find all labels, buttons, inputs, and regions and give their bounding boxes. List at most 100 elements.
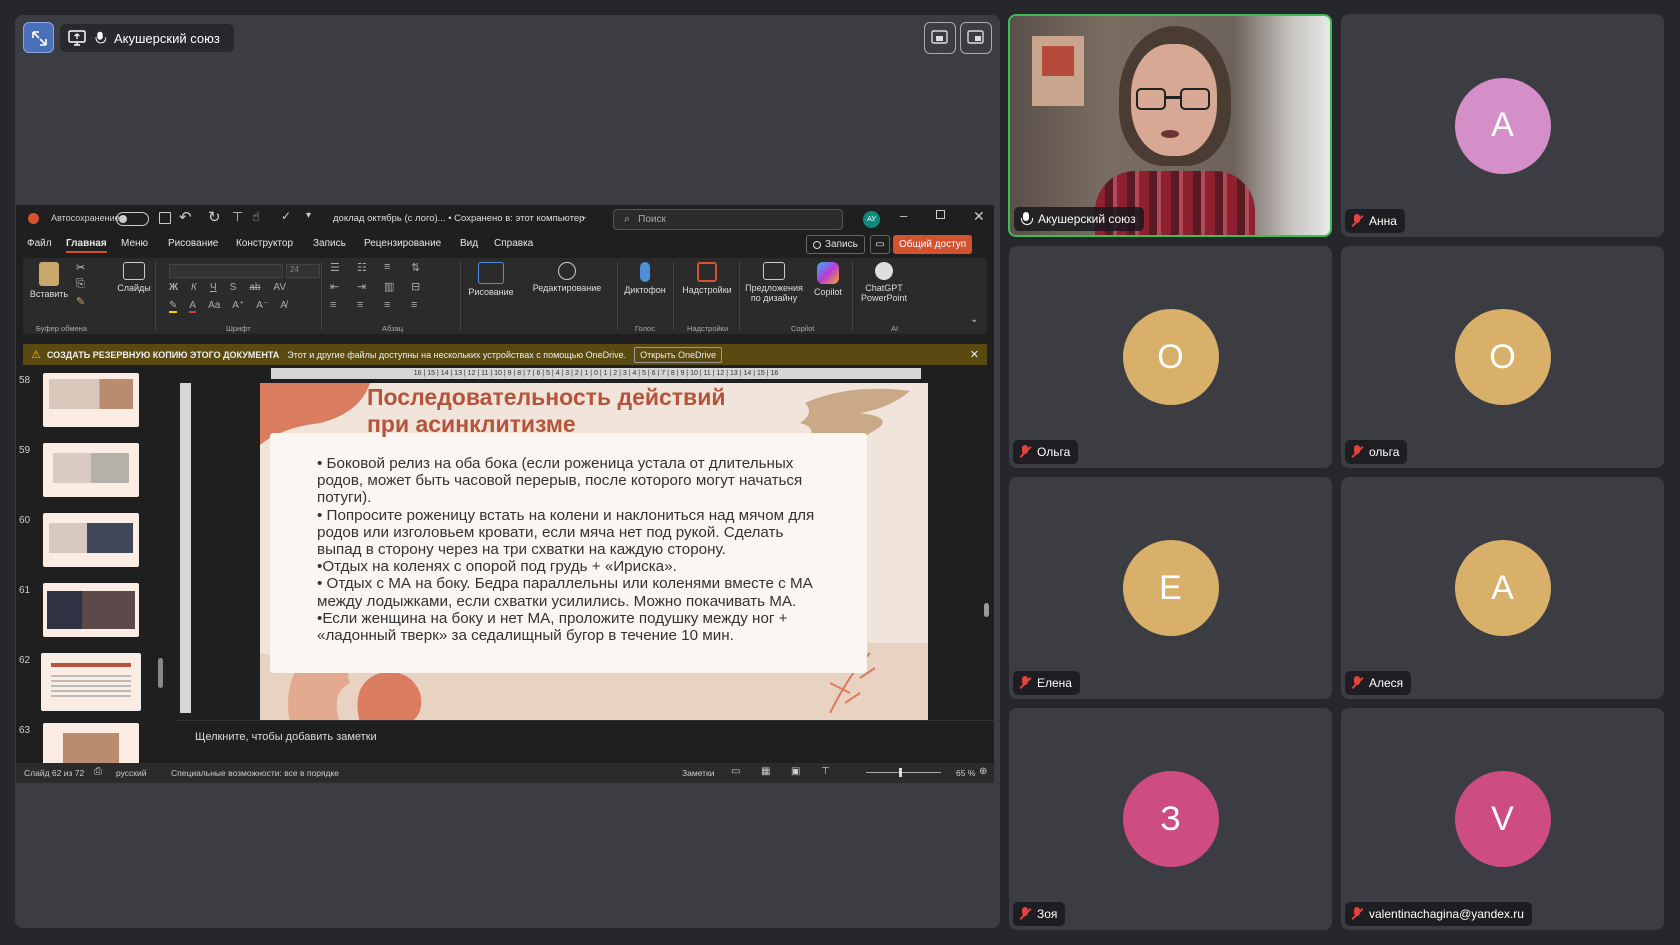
spacing-icon[interactable]: AV — [273, 282, 286, 293]
dictate-button[interactable]: Диктофон — [624, 262, 666, 295]
notes-toggle[interactable]: Заметки — [682, 768, 715, 778]
open-onedrive-button[interactable]: Открыть OneDrive — [634, 346, 723, 363]
autosave-toggle[interactable] — [116, 212, 149, 226]
strike-icon[interactable]: ab — [249, 282, 260, 293]
participant-tile[interactable]: О Ольга — [1009, 246, 1332, 468]
fit-slide-icon[interactable]: ⊕ — [979, 766, 987, 777]
participant-tile[interactable]: А Алеся — [1341, 477, 1664, 699]
restore-icon[interactable] — [936, 210, 945, 219]
italic-icon[interactable]: К — [191, 282, 197, 293]
slide-thumbnail[interactable] — [43, 443, 139, 497]
menu-review[interactable]: Рецензирование — [364, 238, 441, 249]
notice-close-icon[interactable]: ✕ — [970, 348, 979, 361]
collapse-ribbon-icon[interactable]: ⌄ — [970, 314, 978, 325]
sorter-view-icon[interactable]: ▦ — [761, 766, 770, 777]
notes-pane[interactable]: Щелкните, чтобы добавить заметки — [176, 720, 994, 760]
language-status[interactable]: русский — [116, 768, 147, 778]
pip-button[interactable] — [924, 22, 956, 54]
record-button[interactable]: Запись — [806, 235, 865, 254]
slides-button[interactable]: Слайды — [116, 262, 152, 293]
bullets-icon[interactable]: ☰ — [330, 261, 357, 274]
title-chevron-icon[interactable]: ⌄ — [580, 211, 588, 222]
slide-thumbnail[interactable] — [43, 373, 139, 427]
slide-thumbnail[interactable] — [43, 583, 139, 637]
align-text-icon[interactable]: ⊟ — [411, 280, 438, 293]
zoom-level[interactable]: 65 % — [956, 768, 975, 778]
bold-icon[interactable]: Ж — [169, 282, 178, 293]
slideshow-view-icon[interactable]: ⊤ — [821, 766, 830, 777]
normal-view-icon[interactable]: ▭ — [731, 766, 740, 777]
decrease-indent-icon[interactable]: ⇤ — [330, 280, 357, 293]
slide-thumbnail-selected[interactable] — [41, 653, 141, 711]
text-direction-icon[interactable]: ⇅ — [411, 261, 438, 274]
save-icon[interactable] — [159, 212, 171, 224]
drawing-button[interactable]: Рисование — [465, 262, 517, 297]
redo-icon[interactable]: ↻ — [208, 208, 221, 226]
participant-tile[interactable]: О ольга — [1341, 246, 1664, 468]
justify-icon[interactable]: ≡ — [411, 299, 438, 311]
participant-tile[interactable]: Е Елена — [1009, 477, 1332, 699]
chatgpt-button[interactable]: ChatGPT PowerPoint — [856, 262, 912, 303]
spellcheck-status-icon[interactable]: ⎙ — [94, 766, 102, 777]
clear-format-icon[interactable]: A̸ — [280, 300, 287, 313]
search-box[interactable]: ⌕ Поиск — [613, 209, 843, 230]
participant-tile[interactable]: V valentinachagina@yandex.ru — [1341, 708, 1664, 930]
line-spacing-icon[interactable]: ≡ — [384, 261, 411, 274]
underline-icon[interactable]: Ч — [210, 282, 217, 293]
menu-home[interactable]: Главная — [66, 238, 107, 253]
designer-button[interactable]: Предложения по дизайну — [743, 262, 805, 303]
zoom-slider[interactable] — [866, 768, 941, 777]
active-speaker-tile[interactable]: Акушерский союз — [1008, 14, 1332, 237]
menu-design[interactable]: Конструктор — [236, 238, 293, 249]
increase-indent-icon[interactable]: ⇥ — [357, 280, 384, 293]
align-right-icon[interactable]: ≡ — [384, 299, 411, 311]
align-left-icon[interactable]: ≡ — [330, 299, 357, 311]
spelling-icon[interactable]: ✓ — [281, 209, 291, 223]
font-color-icon[interactable]: A — [189, 300, 197, 313]
fullscreen-button[interactable] — [23, 22, 54, 53]
copy-icon[interactable]: ⎘ — [76, 278, 85, 291]
menu-draw[interactable]: Рисование — [168, 238, 218, 249]
close-icon[interactable]: ✕ — [973, 208, 985, 225]
addins-button[interactable]: Надстройки — [679, 262, 735, 295]
format-painter-icon[interactable]: ✎ — [76, 295, 85, 308]
comments-icon[interactable]: ▭ — [870, 235, 890, 254]
menu-help[interactable]: Справка — [494, 238, 533, 249]
menu-view[interactable]: Вид — [460, 238, 478, 249]
layout-button[interactable] — [960, 22, 992, 54]
reading-view-icon[interactable]: ▣ — [791, 766, 800, 777]
menu-file[interactable]: Файл — [27, 238, 52, 249]
slide-thumbnail[interactable] — [43, 513, 139, 567]
font-name-select[interactable] — [169, 264, 283, 278]
editing-button[interactable]: Редактирование — [527, 262, 607, 293]
slide-thumbnail[interactable] — [43, 723, 139, 763]
user-avatar[interactable]: АУ — [863, 211, 880, 228]
menu-record[interactable]: Запись — [313, 238, 346, 249]
font-size-select[interactable]: 24 — [286, 264, 320, 278]
customize-toolbar-icon[interactable]: ▾ — [306, 210, 311, 221]
accessibility-status[interactable]: Специальные возможности: все в порядке — [171, 768, 339, 778]
shadow-icon[interactable]: S — [230, 282, 237, 293]
undo-icon[interactable]: ↶ — [179, 208, 192, 226]
grow-font-icon[interactable]: A⁺ — [232, 300, 244, 313]
thumbnail-scrollbar[interactable] — [158, 658, 163, 688]
shrink-font-icon[interactable]: A⁻ — [256, 300, 268, 313]
document-title[interactable]: доклад октябрь (с лого)... • Сохранено в… — [333, 213, 584, 224]
cut-icon[interactable]: ✂ — [76, 261, 85, 274]
menu-menu[interactable]: Меню — [121, 238, 148, 249]
paste-button[interactable]: Вставить — [30, 262, 68, 299]
touch-mode-icon[interactable]: ☝ — [252, 209, 260, 225]
change-case-icon[interactable]: Aa — [208, 300, 220, 313]
numbering-icon[interactable]: ☷ — [357, 261, 384, 274]
share-button[interactable]: Общий доступ — [893, 235, 973, 254]
slide-scrollbar[interactable] — [984, 603, 989, 617]
minimize-icon[interactable]: – — [900, 208, 907, 223]
copilot-button[interactable]: Copilot — [808, 262, 848, 297]
highlight-icon[interactable]: ✎ — [169, 300, 178, 313]
participant-tile[interactable]: А Анна — [1341, 14, 1664, 237]
slide-canvas[interactable]: Последовательность действий при асинклит… — [260, 383, 928, 723]
columns-icon[interactable]: ▥ — [384, 280, 411, 293]
present-icon[interactable]: ⊤ — [232, 209, 243, 225]
participant-tile[interactable]: З Зоя — [1009, 708, 1332, 930]
align-center-icon[interactable]: ≡ — [357, 299, 384, 311]
